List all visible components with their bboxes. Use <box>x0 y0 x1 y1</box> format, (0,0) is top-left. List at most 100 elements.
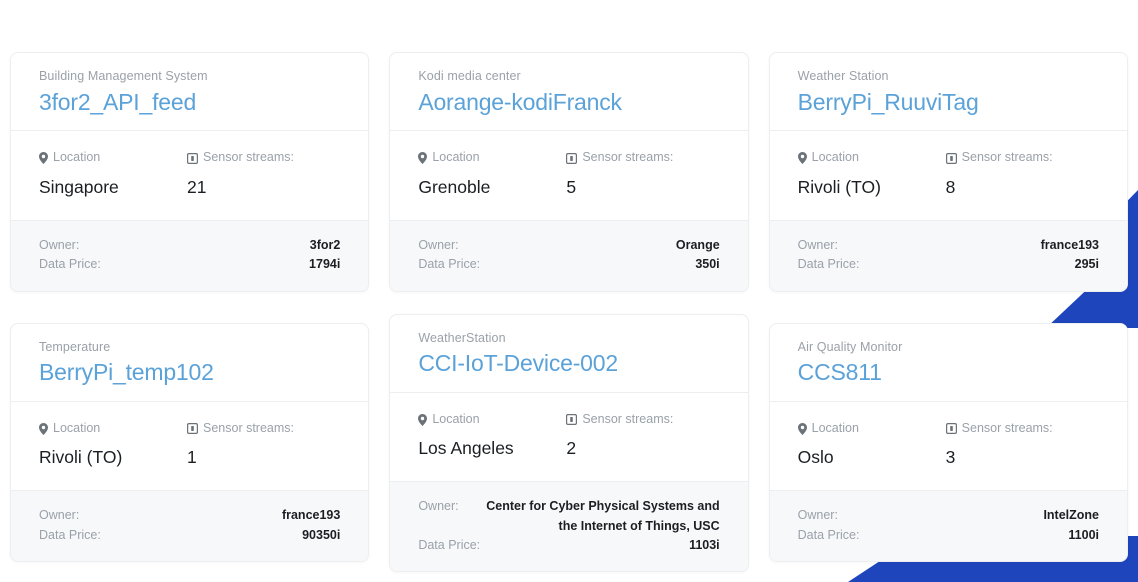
card-header: Building Management System 3for2_API_fee… <box>11 53 369 132</box>
location-pin-icon <box>39 152 48 164</box>
card-body: Location Grenoble Sensor streams: 5 <box>390 131 748 220</box>
location-label: Location <box>797 420 946 438</box>
owner-label: Owner: <box>39 237 80 252</box>
card-footer: Owner: france193 Data Price: 295i <box>769 219 1127 291</box>
device-title-link[interactable]: CCI-IoT-Device-002 <box>418 349 719 378</box>
sensor-streams-value: 1 <box>187 447 197 468</box>
sensor-streams-value: 8 <box>945 176 956 197</box>
device-title-link[interactable]: BerryPi_temp102 <box>39 358 340 387</box>
location-pin-icon <box>797 152 807 164</box>
device-cards-grid: Building Management System 3for2_API_fee… <box>0 0 1138 573</box>
location-value: Oslo <box>797 447 834 468</box>
location-value: Rivoli (TO) <box>39 447 123 468</box>
device-card[interactable]: Building Management System 3for2_API_fee… <box>10 52 370 292</box>
device-card[interactable]: Kodi media center Aorange-kodiFranck Loc… <box>389 52 749 292</box>
location-stat: Location Los Angeles <box>418 411 566 460</box>
device-title-link[interactable]: 3for2_API_feed <box>39 88 340 117</box>
data-price-row: Data Price: 1103i <box>418 536 719 555</box>
sensor-streams-stat: Sensor streams: 21 <box>187 149 294 198</box>
card-header: Air Quality Monitor CCS811 <box>769 324 1127 402</box>
sensor-stream-icon <box>187 152 198 164</box>
card-footer: Owner: Orange Data Price: 350i <box>390 219 748 291</box>
device-card[interactable]: WeatherStation CCI-IoT-Device-002 Locati… <box>389 313 749 573</box>
data-price-row: Data Price: 1794i <box>39 255 340 274</box>
card-header: Temperature BerryPi_temp102 <box>11 324 369 402</box>
data-price-value: 350i <box>695 257 720 272</box>
sensor-streams-label-text: Sensor streams: <box>203 150 295 165</box>
owner-row: Owner: IntelZone <box>798 506 1099 525</box>
owner-row: Owner: 3for2 <box>39 236 340 255</box>
owner-label: Owner: <box>797 237 838 252</box>
device-title-link[interactable]: Aorange-kodiFranck <box>418 88 719 117</box>
device-kind: WeatherStation <box>418 330 506 345</box>
location-stat: Location Grenoble <box>418 149 566 198</box>
sensor-stream-icon <box>566 152 578 164</box>
device-title-link[interactable]: CCS811 <box>798 358 1099 387</box>
device-kind: Air Quality Monitor <box>797 339 903 354</box>
sensor-streams-stat: Sensor streams: 2 <box>566 411 673 460</box>
owner-label: Owner: <box>418 237 459 252</box>
sensor-stream-icon <box>187 423 198 434</box>
sensor-streams-stat: Sensor streams: 8 <box>946 149 1053 198</box>
location-stat: Location Oslo <box>797 420 946 469</box>
location-pin-icon <box>418 413 428 426</box>
owner-label: Owner: <box>797 508 838 523</box>
data-price-value: 1794i <box>309 257 341 272</box>
sensor-streams-stat: Sensor streams: 5 <box>566 149 673 198</box>
location-value: Rivoli (TO) <box>797 176 881 197</box>
sensor-streams-label: Sensor streams: <box>187 149 294 167</box>
owner-label: Owner: <box>39 508 80 523</box>
location-value: Grenoble <box>418 176 491 197</box>
sensor-streams-label-text: Sensor streams: <box>961 150 1053 165</box>
sensor-streams-label-text: Sensor streams: <box>582 411 674 426</box>
card-body: Location Rivoli (TO) Sensor streams: 8 <box>769 131 1127 220</box>
location-pin-icon <box>39 422 48 435</box>
card-footer: Owner: Center for Cyber Physical Systems… <box>390 481 748 572</box>
location-pin-icon <box>797 422 807 435</box>
card-footer: Owner: 3for2 Data Price: 1794i <box>11 219 369 291</box>
location-label-text: Location <box>811 150 859 165</box>
location-label-text: Location <box>432 150 480 165</box>
sensor-streams-label-text: Sensor streams: <box>203 420 295 435</box>
location-label-text: Location <box>53 420 101 435</box>
card-body: Location Rivoli (TO) Sensor streams: 1 <box>11 401 369 491</box>
sensor-stream-icon <box>566 414 578 425</box>
sensor-streams-label-text: Sensor streams: <box>961 420 1053 435</box>
device-title-link[interactable]: BerryPi_RuuviTag <box>798 88 1099 117</box>
card-header: WeatherStation CCI-IoT-Device-002 <box>390 315 748 393</box>
location-label-text: Location <box>53 150 101 165</box>
device-kind: Kodi media center <box>418 69 521 83</box>
data-price-value: 1103i <box>689 538 720 552</box>
sensor-streams-value: 2 <box>566 438 577 459</box>
owner-value: france193 <box>1040 237 1099 252</box>
owner-value: Center for Cyber Physical Systems and th… <box>486 499 720 533</box>
data-price-label: Data Price: <box>418 538 481 552</box>
device-kind: Weather Station <box>797 69 889 83</box>
sensor-streams-label: Sensor streams: <box>187 420 294 438</box>
owner-row: Owner: Orange <box>418 236 719 255</box>
data-price-label: Data Price: <box>39 527 101 542</box>
data-price-value: 90350i <box>302 527 341 542</box>
device-card[interactable]: Temperature BerryPi_temp102 Location Riv… <box>10 322 370 562</box>
sensor-streams-stat: Sensor streams: 1 <box>187 420 294 469</box>
owner-value: IntelZone <box>1043 508 1099 523</box>
location-label: Location <box>39 149 187 167</box>
sensor-streams-value: 3 <box>945 447 956 468</box>
data-price-row: Data Price: 1100i <box>798 526 1099 545</box>
card-body: Location Oslo Sensor streams: 3 <box>769 401 1127 491</box>
sensor-streams-label: Sensor streams: <box>945 149 1053 167</box>
location-label: Location <box>39 420 187 438</box>
location-value: Singapore <box>39 176 119 197</box>
device-card[interactable]: Weather Station BerryPi_RuuviTag Locatio… <box>768 52 1128 292</box>
data-price-row: Data Price: 90350i <box>39 526 340 545</box>
sensor-streams-label-text: Sensor streams: <box>582 150 674 165</box>
device-card[interactable]: Air Quality Monitor CCS811 Location Oslo <box>768 322 1128 562</box>
location-label: Location <box>418 411 566 429</box>
owner-row: Owner: france193 <box>39 506 340 525</box>
sensor-stream-icon <box>945 152 957 164</box>
owner-row: Owner: Center for Cyber Physical Systems… <box>418 497 719 536</box>
data-price-label: Data Price: <box>418 257 481 272</box>
card-body: Location Singapore Sensor streams: 21 <box>11 131 369 220</box>
card-header: Kodi media center Aorange-kodiFranck <box>390 53 748 132</box>
location-label-text: Location <box>811 420 859 435</box>
